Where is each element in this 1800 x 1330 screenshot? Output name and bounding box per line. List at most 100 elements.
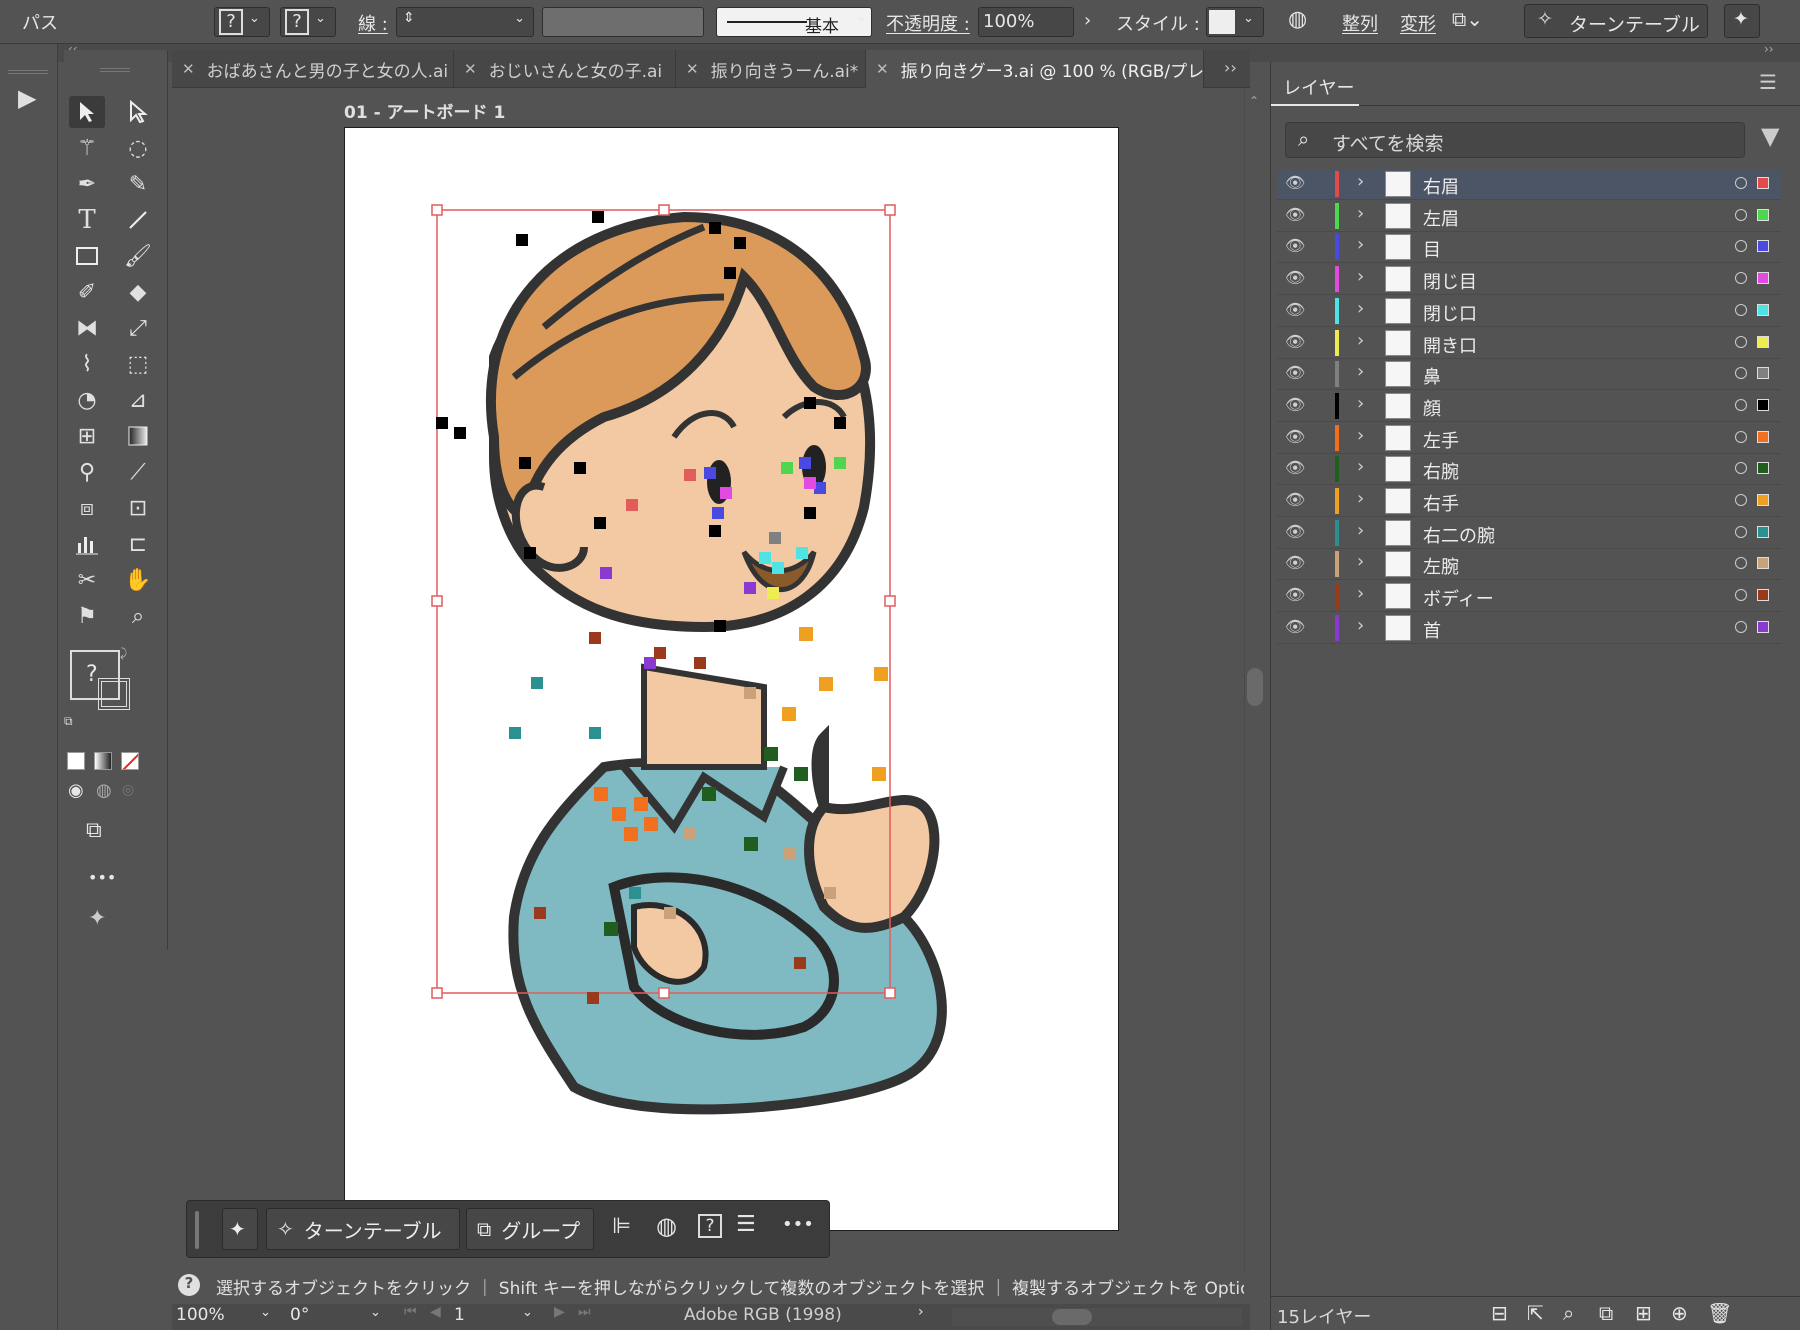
layer-row[interactable]: 👁 › 右眉	[1277, 169, 1781, 200]
layer-row[interactable]: 👁 › 左腕	[1277, 549, 1781, 581]
target-icon[interactable]	[1735, 462, 1747, 475]
eye-icon[interactable]: 👁	[1285, 427, 1305, 446]
chevron-right-icon[interactable]: ›	[1084, 10, 1091, 31]
shaper-tool-icon[interactable]: ✐	[69, 276, 105, 308]
target-icon[interactable]	[1735, 557, 1747, 570]
horizontal-scrollbar[interactable]	[952, 1308, 1242, 1326]
layer-row[interactable]: 👁 › 左眉	[1277, 201, 1781, 232]
layer-name[interactable]: ボディー	[1423, 585, 1494, 611]
chevron-right-icon[interactable]: ›	[1357, 234, 1364, 255]
chevron-right-icon[interactable]: ›	[1357, 203, 1364, 224]
eraser-icon[interactable]: ◆	[120, 276, 156, 308]
layer-name[interactable]: 閉じ口	[1423, 300, 1477, 326]
variable-width-profile[interactable]	[542, 7, 704, 37]
none-mode-icon[interactable]	[121, 752, 139, 770]
slice-tool-icon[interactable]: ✂	[69, 564, 105, 596]
scroll-thumb[interactable]	[1247, 668, 1263, 706]
tab-document-3[interactable]: ✕ 振り向きうーん.ai*	[676, 50, 866, 88]
target-icon[interactable]	[1735, 303, 1747, 316]
rectangle-tool-icon[interactable]	[69, 240, 105, 272]
layer-row[interactable]: 👁 › 左手	[1277, 423, 1781, 454]
chevron-down-icon[interactable]: ⌄	[856, 10, 867, 25]
close-icon[interactable]: ✕	[876, 60, 889, 78]
blend-tool-icon[interactable]: ⧈	[69, 492, 105, 524]
shape-builder-icon[interactable]: ◔	[69, 384, 105, 416]
layer-name[interactable]: 右眉	[1423, 173, 1459, 199]
hand-tool-icon[interactable]: ✋	[120, 564, 156, 596]
clipping-mask-icon[interactable]: ⧉	[1599, 1301, 1613, 1325]
layer-row[interactable]: 👁 › 右二の腕	[1277, 518, 1781, 549]
new-layer-icon[interactable]: ⊕	[1671, 1301, 1688, 1325]
chevron-right-icon[interactable]: ›	[1357, 456, 1364, 477]
eye-icon[interactable]: 👁	[1285, 268, 1305, 287]
isolate-icon[interactable]: ⧉⌄	[1452, 7, 1483, 31]
eye-icon[interactable]: 👁	[1285, 205, 1305, 224]
paintbrush-icon[interactable]: 🖌	[120, 240, 156, 272]
vertical-scrollbar[interactable]: ⌃	[1244, 88, 1264, 1278]
selection-indicator[interactable]	[1757, 208, 1769, 221]
selection-indicator[interactable]	[1757, 589, 1769, 602]
line-tool-icon[interactable]	[120, 204, 156, 236]
sparkle-button[interactable]: ✦	[1724, 4, 1760, 38]
magic-wand-icon[interactable]: ⚚	[69, 132, 105, 164]
tab-document-active[interactable]: ✕ 振り向きグー3.ai @ 100 % (RGB/プレビュー)	[866, 50, 1204, 88]
stroke-weight-input[interactable]: ⇕ ⌄	[396, 7, 534, 37]
eyedropper-icon[interactable]: ⚲	[69, 456, 105, 488]
align-icon[interactable]: ⊫	[612, 1214, 631, 1239]
menu-lines-icon[interactable]: ☰	[736, 1212, 756, 1237]
target-icon[interactable]	[1735, 398, 1747, 411]
target-icon[interactable]	[1735, 494, 1747, 506]
gradient-tool-icon[interactable]	[120, 420, 156, 452]
rotation-dropdown[interactable]: 0° ⌄	[290, 1305, 390, 1329]
new-sublayer-icon[interactable]: ⊞	[1635, 1301, 1652, 1325]
layers-search-input[interactable]: ⌕ すべてを検索	[1285, 122, 1745, 158]
target-icon[interactable]	[1735, 620, 1747, 633]
target-icon[interactable]	[1735, 589, 1747, 602]
swap-icon[interactable]: ⤸	[120, 646, 127, 661]
layer-name[interactable]: 右二の腕	[1423, 522, 1495, 548]
eye-icon[interactable]: 👁	[1285, 522, 1305, 541]
recolor-icon[interactable]: ◍	[656, 1212, 677, 1240]
graphic-style-dropdown[interactable]: ⌄	[1206, 7, 1264, 37]
layer-name[interactable]: 閉じ目	[1423, 268, 1477, 294]
layer-name[interactable]: 左手	[1423, 427, 1459, 453]
perspective-grid-icon[interactable]: ⊿	[120, 384, 156, 416]
default-colors-icon[interactable]: ⧉	[64, 714, 73, 729]
eye-icon[interactable]: 👁	[1285, 300, 1305, 319]
panel-menu-icon[interactable]: ☰	[1759, 70, 1777, 94]
turntable-context-button[interactable]: ✧ ターンテーブル	[266, 1208, 460, 1250]
status-menu-icon[interactable]: ›	[918, 1304, 924, 1320]
chevron-right-icon[interactable]: ›	[1357, 361, 1364, 382]
stepper-icon[interactable]: ⇕	[403, 10, 415, 26]
drag-handle[interactable]	[195, 1211, 199, 1249]
layer-name[interactable]: 首	[1423, 617, 1441, 643]
chevron-right-icon[interactable]: ›	[1357, 330, 1364, 351]
lasso-icon[interactable]: ◌	[120, 132, 156, 164]
layer-row[interactable]: 👁 › 首	[1277, 613, 1781, 644]
color-mode-icon[interactable]	[67, 752, 85, 770]
close-icon[interactable]: ✕	[464, 60, 477, 78]
fill-color-dropdown[interactable]: ? ⌄	[214, 7, 270, 37]
target-icon[interactable]	[1735, 208, 1747, 221]
first-artboard-icon[interactable]: ⏮	[404, 1304, 417, 1320]
more-options-icon[interactable]: •••	[782, 1214, 814, 1235]
layer-row[interactable]: 👁 › ボディー	[1277, 581, 1781, 613]
selection-indicator[interactable]	[1757, 494, 1769, 506]
layer-row[interactable]: 👁 › 顔	[1277, 391, 1781, 422]
stroke-swatch[interactable]	[98, 678, 130, 710]
selection-tool-icon[interactable]	[69, 96, 105, 128]
layer-name[interactable]: 鼻	[1423, 363, 1441, 389]
recolor-artwork-icon[interactable]: ◍	[1288, 7, 1307, 32]
scale-tool-icon[interactable]: ⤢	[120, 312, 156, 344]
grip-icon[interactable]	[100, 68, 130, 72]
locate-object-icon[interactable]: ⌕	[1563, 1301, 1574, 1325]
trash-icon[interactable]: 🗑	[1707, 1301, 1732, 1325]
selection-indicator[interactable]	[1757, 335, 1769, 348]
chevron-right-icon[interactable]: ›	[1357, 393, 1364, 414]
artboard-number-dropdown[interactable]: 1 ⌄	[454, 1305, 542, 1329]
measure-icon[interactable]: ⟋	[120, 456, 156, 488]
selection-indicator[interactable]	[1757, 240, 1769, 253]
eye-icon[interactable]: 👁	[1285, 585, 1305, 604]
eye-icon[interactable]: 👁	[1285, 363, 1305, 382]
generative-button[interactable]: ✦	[222, 1208, 258, 1250]
